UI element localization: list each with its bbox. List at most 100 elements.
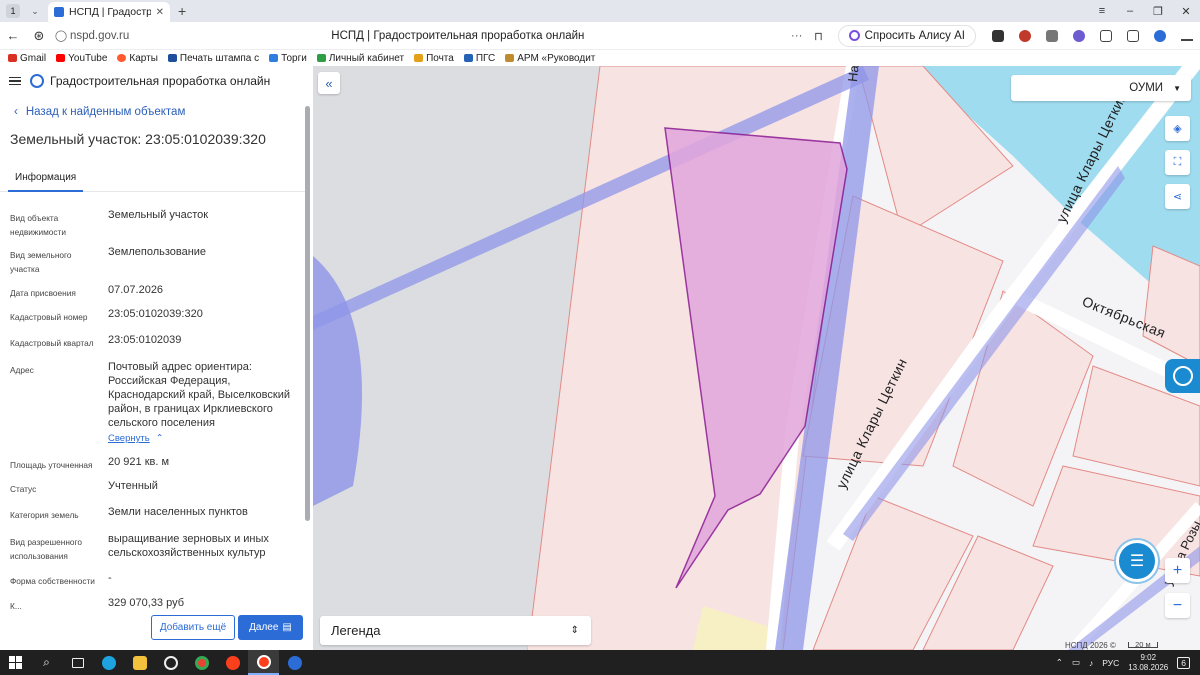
layer-select[interactable]: ОУМИ ▼ (1011, 75, 1191, 101)
chrome-icon[interactable] (186, 650, 217, 675)
bookmark-gmail[interactable]: Gmail (8, 53, 46, 64)
side-widget-button[interactable] (1165, 359, 1200, 393)
pgs-icon (463, 54, 473, 62)
ask-alice-label: Спросить Алису AI (864, 29, 965, 42)
select-area-button[interactable]: ⛶ (1165, 150, 1190, 175)
extensions-puzzle-icon[interactable] (1092, 29, 1119, 42)
collapse-panel-button[interactable]: « (318, 72, 340, 94)
add-more-button[interactable]: Добавить ещё (151, 615, 235, 640)
map-attribution: НСПД 2026 © 20 м (1065, 640, 1158, 650)
plus-icon: + (1172, 561, 1183, 579)
yandex-active-icon[interactable] (248, 650, 279, 675)
yandex-browser-icon[interactable] (217, 650, 248, 675)
browser-tab[interactable]: НСПД | Градостроите ✕ (48, 2, 170, 22)
collapse-address-link[interactable]: Свернуть ⌃ (108, 432, 298, 446)
zoom-in-button[interactable]: + (1165, 558, 1190, 583)
property-value: 07.07.2026 (108, 284, 164, 296)
start-button[interactable] (0, 650, 31, 675)
share-button[interactable]: ⋖ (1165, 184, 1190, 209)
zoom-out-button[interactable]: − (1165, 593, 1190, 618)
minimize-icon[interactable]: – (1116, 5, 1144, 17)
bookmark-pgs[interactable]: ПГС (463, 53, 495, 64)
document-icon: ▤ (282, 622, 292, 633)
clock-time: 9:02 (1140, 652, 1157, 662)
tab-counter[interactable]: 1 (6, 4, 20, 18)
tab-title: НСПД | Градостроите (69, 6, 151, 18)
bookmark-maps[interactable]: Карты (117, 53, 158, 64)
extension-tools-icon[interactable] (984, 29, 1011, 42)
property-value: - (108, 572, 112, 584)
panel-scrollbar[interactable] (304, 96, 311, 616)
double-chevron-left-icon: « (325, 75, 333, 91)
next-label: Далее (249, 622, 279, 633)
extension-red-icon[interactable] (1011, 29, 1038, 42)
next-button[interactable]: Далее ▤ (238, 615, 303, 640)
bookmarks-bar: Gmail YouTube Карты Печать штампа с Торг… (0, 50, 1200, 66)
bookmark-icon[interactable]: ⊓ (808, 29, 830, 43)
account-icon (316, 54, 326, 62)
profile-sync-icon[interactable] (1146, 29, 1173, 42)
security-icon[interactable]: ◯ (52, 29, 70, 42)
clock[interactable]: 9:02 13.08.2026 (1128, 653, 1168, 673)
layers-button[interactable]: ◈ (1165, 116, 1190, 141)
close-tab-icon[interactable]: ✕ (156, 7, 164, 18)
chevron-up-icon[interactable]: ⌃ (1056, 657, 1063, 668)
extension-grey-icon[interactable] (1038, 29, 1065, 42)
chat-assistant-button[interactable]: ☰ (1116, 540, 1158, 582)
bookmark-arm[interactable]: АРМ «Руководит (505, 53, 595, 64)
notifications-icon[interactable]: 6 (1177, 656, 1190, 669)
maximize-icon[interactable]: ❐ (1144, 5, 1172, 18)
new-tab-icon[interactable]: + (178, 3, 186, 19)
select-area-icon: ⛶ (1173, 156, 1182, 168)
menu-icon[interactable]: ≡ (1088, 5, 1116, 17)
task-view-icon[interactable] (62, 650, 93, 675)
browser-tab-bar: 1 ⌄ НСПД | Градостроите ✕ + ≡ – ❐ ✕ (0, 0, 1200, 22)
language-indicator[interactable]: РУС (1102, 658, 1119, 668)
url-field[interactable]: nspd.gov.ru (70, 30, 190, 42)
app-c-icon[interactable] (155, 650, 186, 675)
legend-dropdown[interactable]: Легенда ⇕ (320, 616, 591, 645)
back-to-results-link[interactable]: ‹ Назад к найденным объектам (14, 106, 185, 118)
clock-date: 13.08.2026 (1128, 662, 1169, 672)
volume-icon[interactable]: ♪ (1089, 658, 1093, 668)
chevron-left-icon: ‹ (14, 106, 18, 118)
auctions-icon (269, 54, 279, 62)
panel-footer: Добавить ещё Далее ▤ (0, 612, 313, 650)
search-icon[interactable]: ⌕ (31, 650, 62, 675)
system-tray: ⌃ ▭ ♪ РУС 9:02 13.08.2026 6 (1056, 650, 1200, 675)
scrollbar-thumb[interactable] (305, 106, 310, 521)
app-globe-icon[interactable] (279, 650, 310, 675)
property-label: Вид земельного участка (10, 250, 72, 274)
property-label: Кадастровый номер (10, 312, 88, 322)
property-value-address: Почтовый адрес ориентира: Российская Фед… (108, 360, 298, 446)
bookmark-auctions[interactable]: Торги (269, 53, 307, 64)
property-value: Землепользование (108, 246, 207, 258)
layers-icon: ◈ (1173, 123, 1182, 135)
yandex-icon[interactable]: ⊛ (26, 28, 52, 44)
extension-purple-icon[interactable] (1065, 29, 1092, 42)
ask-alice-button[interactable]: Спросить Алису AI (837, 24, 976, 47)
property-label: Форма собственности (10, 576, 95, 586)
tab-list-dropdown-icon[interactable]: ⌄ (28, 6, 42, 17)
bookmark-account[interactable]: Личный кабинет (316, 53, 404, 64)
expand-collapse-icon: ⇕ (570, 625, 579, 636)
hamburger-menu-icon[interactable] (0, 76, 30, 86)
close-window-icon[interactable]: ✕ (1172, 5, 1200, 18)
bookmark-youtube[interactable]: YouTube (56, 53, 107, 64)
bookmark-stamp[interactable]: Печать штампа с (167, 53, 259, 64)
file-explorer-icon[interactable] (124, 650, 155, 675)
scale-bar: 20 м (1127, 641, 1158, 648)
network-icon[interactable]: ▭ (1072, 657, 1080, 668)
more-options-icon[interactable]: ··· (786, 30, 808, 42)
downloads-icon[interactable] (1173, 31, 1200, 41)
back-arrow-icon[interactable]: ← (0, 28, 26, 43)
collections-icon[interactable] (1119, 29, 1146, 42)
property-value: Земли населенных пунктов (108, 506, 248, 518)
map-canvas[interactable]: Набережная улица Клары Цеткин улица Клар… (313, 66, 1200, 650)
stamp-icon (167, 54, 177, 62)
bookmark-mail[interactable]: Почта (414, 53, 454, 64)
edge-icon[interactable] (93, 650, 124, 675)
window-controls: ≡ – ❐ ✕ (1088, 0, 1200, 22)
property-value: Земельный участок (108, 209, 209, 221)
tab-information[interactable]: Информация (8, 172, 84, 192)
